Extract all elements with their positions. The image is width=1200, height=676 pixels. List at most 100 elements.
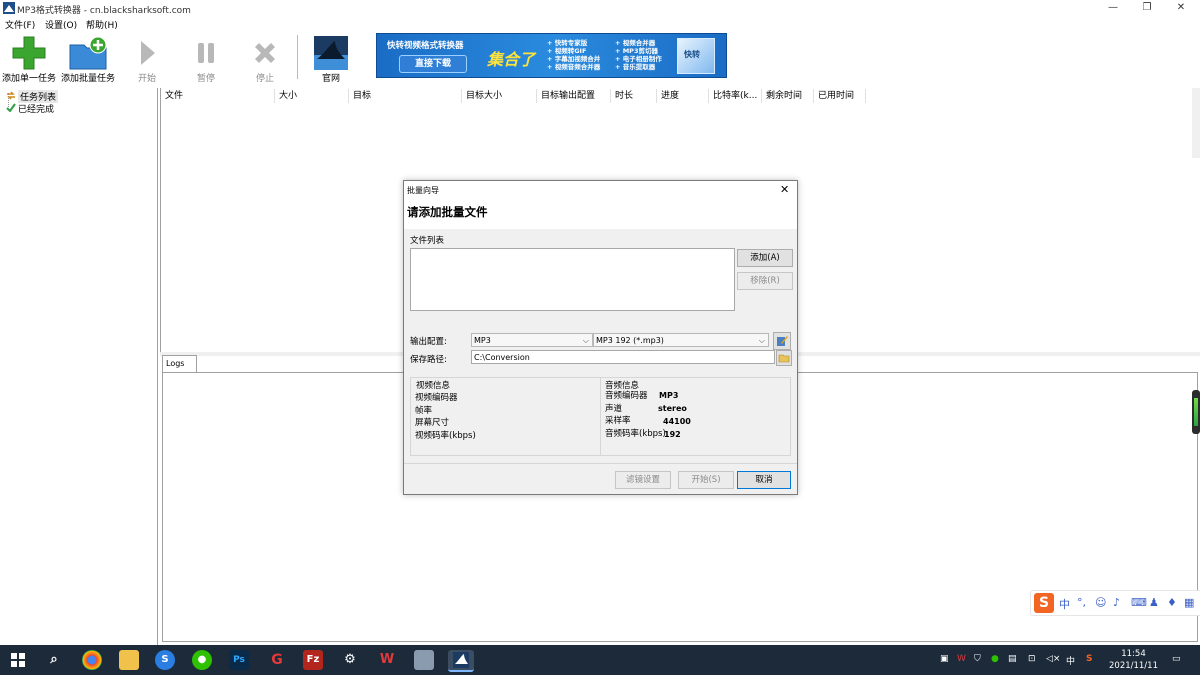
- cancel-button[interactable]: 取消: [737, 471, 791, 489]
- column-header-bitrate[interactable]: 比特率(k...: [709, 89, 762, 103]
- settings-gear-icon[interactable]: ⚙: [340, 650, 360, 670]
- banner-download-button[interactable]: 直接下载: [399, 55, 467, 73]
- tray-volume-icon[interactable]: ◁×: [1046, 654, 1060, 664]
- stop-label: 停止: [255, 74, 274, 84]
- column-header-output-config[interactable]: 目标输出配置: [537, 89, 611, 103]
- audio-channels-value: stereo: [658, 404, 687, 413]
- mp3-converter-taskbar-icon[interactable]: [448, 650, 474, 672]
- column-header-duration[interactable]: 时长: [611, 89, 657, 103]
- format-select-value: MP3: [474, 336, 491, 345]
- audio-info-label: 采样率: [605, 416, 631, 426]
- tray-wps-icon[interactable]: W: [957, 654, 966, 664]
- chrome-icon[interactable]: [82, 650, 102, 670]
- skin-icon[interactable]: ♦: [1167, 596, 1177, 609]
- filezilla-icon[interactable]: Fz: [303, 650, 323, 670]
- app-g-icon[interactable]: G: [267, 650, 287, 670]
- preset-select[interactable]: MP3 192 (*.mp3) ⌵: [593, 333, 769, 347]
- banner-feature: + MP3剪切器: [615, 47, 658, 55]
- minimize-button[interactable]: —: [1098, 1, 1128, 15]
- browser-s-icon[interactable]: S: [155, 650, 175, 670]
- add-single-task-button[interactable]: 添加单一任务: [0, 31, 58, 85]
- user-icon[interactable]: ♟: [1149, 596, 1159, 609]
- remove-file-button[interactable]: 移除(R): [737, 272, 793, 290]
- notification-icon[interactable]: ▭: [1172, 654, 1181, 664]
- file-list-box[interactable]: [410, 248, 735, 311]
- column-header-file[interactable]: 文件: [161, 89, 275, 103]
- emoji-icon[interactable]: ☺: [1095, 596, 1106, 609]
- pause-label: 暂停: [196, 74, 215, 84]
- column-header-target[interactable]: 目标: [349, 89, 462, 103]
- tray-app-icon[interactable]: ▣: [940, 654, 949, 664]
- tray-network-icon[interactable]: ⊡: [1028, 654, 1036, 664]
- search-icon[interactable]: ⌕: [44, 650, 64, 670]
- file-explorer-icon[interactable]: [119, 650, 139, 670]
- tree-item-completed[interactable]: 已经完成: [6, 102, 54, 115]
- close-button[interactable]: ✕: [1166, 1, 1196, 15]
- audio-sample-rate-value: 44100: [663, 417, 691, 426]
- banner-collection-text: 集合了: [487, 50, 536, 69]
- grid-icon[interactable]: ▦: [1184, 596, 1194, 609]
- video-info-row: 帧率: [415, 405, 433, 416]
- format-select[interactable]: MP3 ⌵: [471, 333, 593, 347]
- chevron-down-icon: ⌵: [582, 336, 589, 345]
- plus-icon: [12, 36, 46, 70]
- banner-feature: + 音乐提取器: [615, 63, 656, 71]
- system-clock[interactable]: 11:54 2021/11/11: [1109, 648, 1158, 672]
- start-button[interactable]: 开始: [118, 31, 176, 85]
- menu-bar: 文件(F) 设置(O) 帮助(H): [0, 17, 1200, 31]
- audio-codec-value: MP3: [659, 391, 679, 400]
- tray-input-lang[interactable]: 中: [1066, 654, 1075, 667]
- photoshop-icon[interactable]: Ps: [229, 650, 249, 670]
- tray-sogou-icon[interactable]: S: [1086, 654, 1092, 664]
- banner-features-col2: + 视频合并器 + MP3剪切器 + 电子相册制作 + 音乐提取器: [615, 39, 662, 71]
- wps-icon[interactable]: W: [377, 650, 397, 670]
- ime-lang-toggle[interactable]: 中: [1059, 596, 1070, 612]
- stop-button[interactable]: 停止: [236, 31, 294, 85]
- column-header-target-size[interactable]: 目标大小: [462, 89, 537, 103]
- column-header-progress[interactable]: 进度: [657, 89, 709, 103]
- banner-features-col1: + 快转专家版 + 视频转GIF + 字幕加视频合并 + 视频音频合并器: [547, 39, 600, 71]
- column-header-time-used[interactable]: 已用时间: [814, 89, 866, 103]
- keyboard-icon[interactable]: ⌨: [1131, 596, 1147, 609]
- tray-device-icon[interactable]: ▤: [1008, 654, 1017, 664]
- product-box-label: 快转: [684, 50, 700, 59]
- app-window-icon[interactable]: [414, 650, 434, 670]
- menu-settings[interactable]: 设置(O): [45, 18, 77, 31]
- ime-punct-toggle[interactable]: °,: [1077, 596, 1086, 609]
- restore-button[interactable]: ❐: [1132, 1, 1162, 15]
- video-info-row: 视频编码器: [415, 393, 458, 403]
- website-button[interactable]: 官网: [302, 31, 360, 85]
- add-file-button[interactable]: 添加(A): [737, 249, 793, 267]
- tray-shield-icon[interactable]: ⛉: [974, 654, 981, 664]
- video-info-rows: 视频编码器 帧率 屏幕尺寸 视频码率(kbps): [415, 392, 476, 442]
- dialog-heading: 请添加批量文件: [407, 205, 488, 219]
- sogou-logo-icon[interactable]: S: [1034, 593, 1054, 613]
- ad-banner[interactable]: 快转视频格式转换器 直接下载 集合了 + 快转专家版 + 视频转GIF + 字幕…: [376, 33, 727, 78]
- column-header-size[interactable]: 大小: [275, 89, 349, 103]
- start-conversion-button[interactable]: 开始(S): [678, 471, 734, 489]
- menu-help[interactable]: 帮助(H): [86, 18, 118, 31]
- video-info-row: 视频码率(kbps): [415, 430, 476, 441]
- ime-toolbar[interactable]: S 中 °, ☺ ♪ ⌨ ♟ ♦ ▦: [1030, 590, 1200, 616]
- windows-start-icon[interactable]: [8, 650, 28, 670]
- title-bar: MP3格式转换器 - cn.blacksharksoft.com — ❐ ✕: [0, 0, 1200, 17]
- dialog-close-button[interactable]: ✕: [780, 183, 789, 196]
- tray-wechat-icon[interactable]: ●: [991, 654, 999, 664]
- taskbar: ⌕ S ● Ps G Fz ⚙ W ▣ W ⛉ ● ▤ ⊡ ◁× 中 S 11:…: [0, 645, 1200, 675]
- microphone-icon[interactable]: ♪: [1113, 596, 1120, 609]
- tab-logs[interactable]: Logs: [162, 355, 197, 372]
- gauge-fill: [1194, 398, 1198, 426]
- menu-file[interactable]: 文件(F): [5, 18, 35, 31]
- clock-date: 2021/11/11: [1109, 661, 1158, 671]
- scrollbar[interactable]: [1192, 88, 1200, 158]
- edit-preset-button[interactable]: [773, 332, 791, 350]
- side-gauge-widget[interactable]: [1192, 390, 1200, 434]
- filter-settings-button[interactable]: 滤镜设置: [615, 471, 671, 489]
- pause-button[interactable]: 暂停: [177, 31, 235, 85]
- wechat-icon[interactable]: ●: [192, 650, 212, 670]
- browse-folder-button[interactable]: [776, 350, 792, 366]
- save-path-input[interactable]: C:\Conversion: [471, 350, 775, 364]
- add-batch-task-button[interactable]: 添加批量任务: [59, 31, 117, 85]
- column-header-time-left[interactable]: 剩余时间: [762, 89, 814, 103]
- shark-logo-icon: [314, 36, 348, 70]
